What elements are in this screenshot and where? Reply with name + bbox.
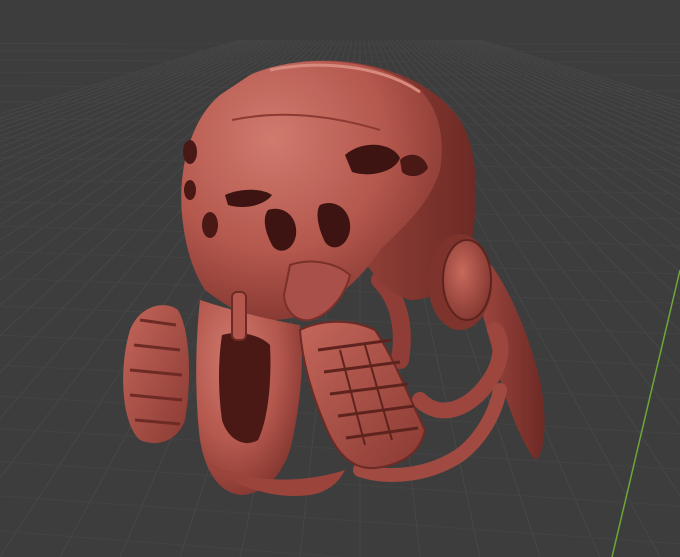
respirator-canister-left: [123, 305, 190, 444]
side-vent-low: [202, 212, 218, 238]
y-axis-line: [611, 269, 680, 557]
viewport-scene[interactable]: [0, 0, 680, 557]
grid-line-cross-19: [0, 461, 680, 507]
mouth-opening: [219, 333, 271, 444]
3d-viewport[interactable]: [0, 0, 680, 557]
grid-line-cross-1: [0, 50, 680, 53]
cheek-panel: [282, 260, 352, 322]
grid-line-cross-20: [0, 495, 680, 545]
nose-bridge: [231, 291, 247, 341]
grid-line-cross-21: [0, 530, 347, 557]
side-vent-mid: [184, 180, 196, 200]
side-vent-top: [183, 140, 197, 164]
